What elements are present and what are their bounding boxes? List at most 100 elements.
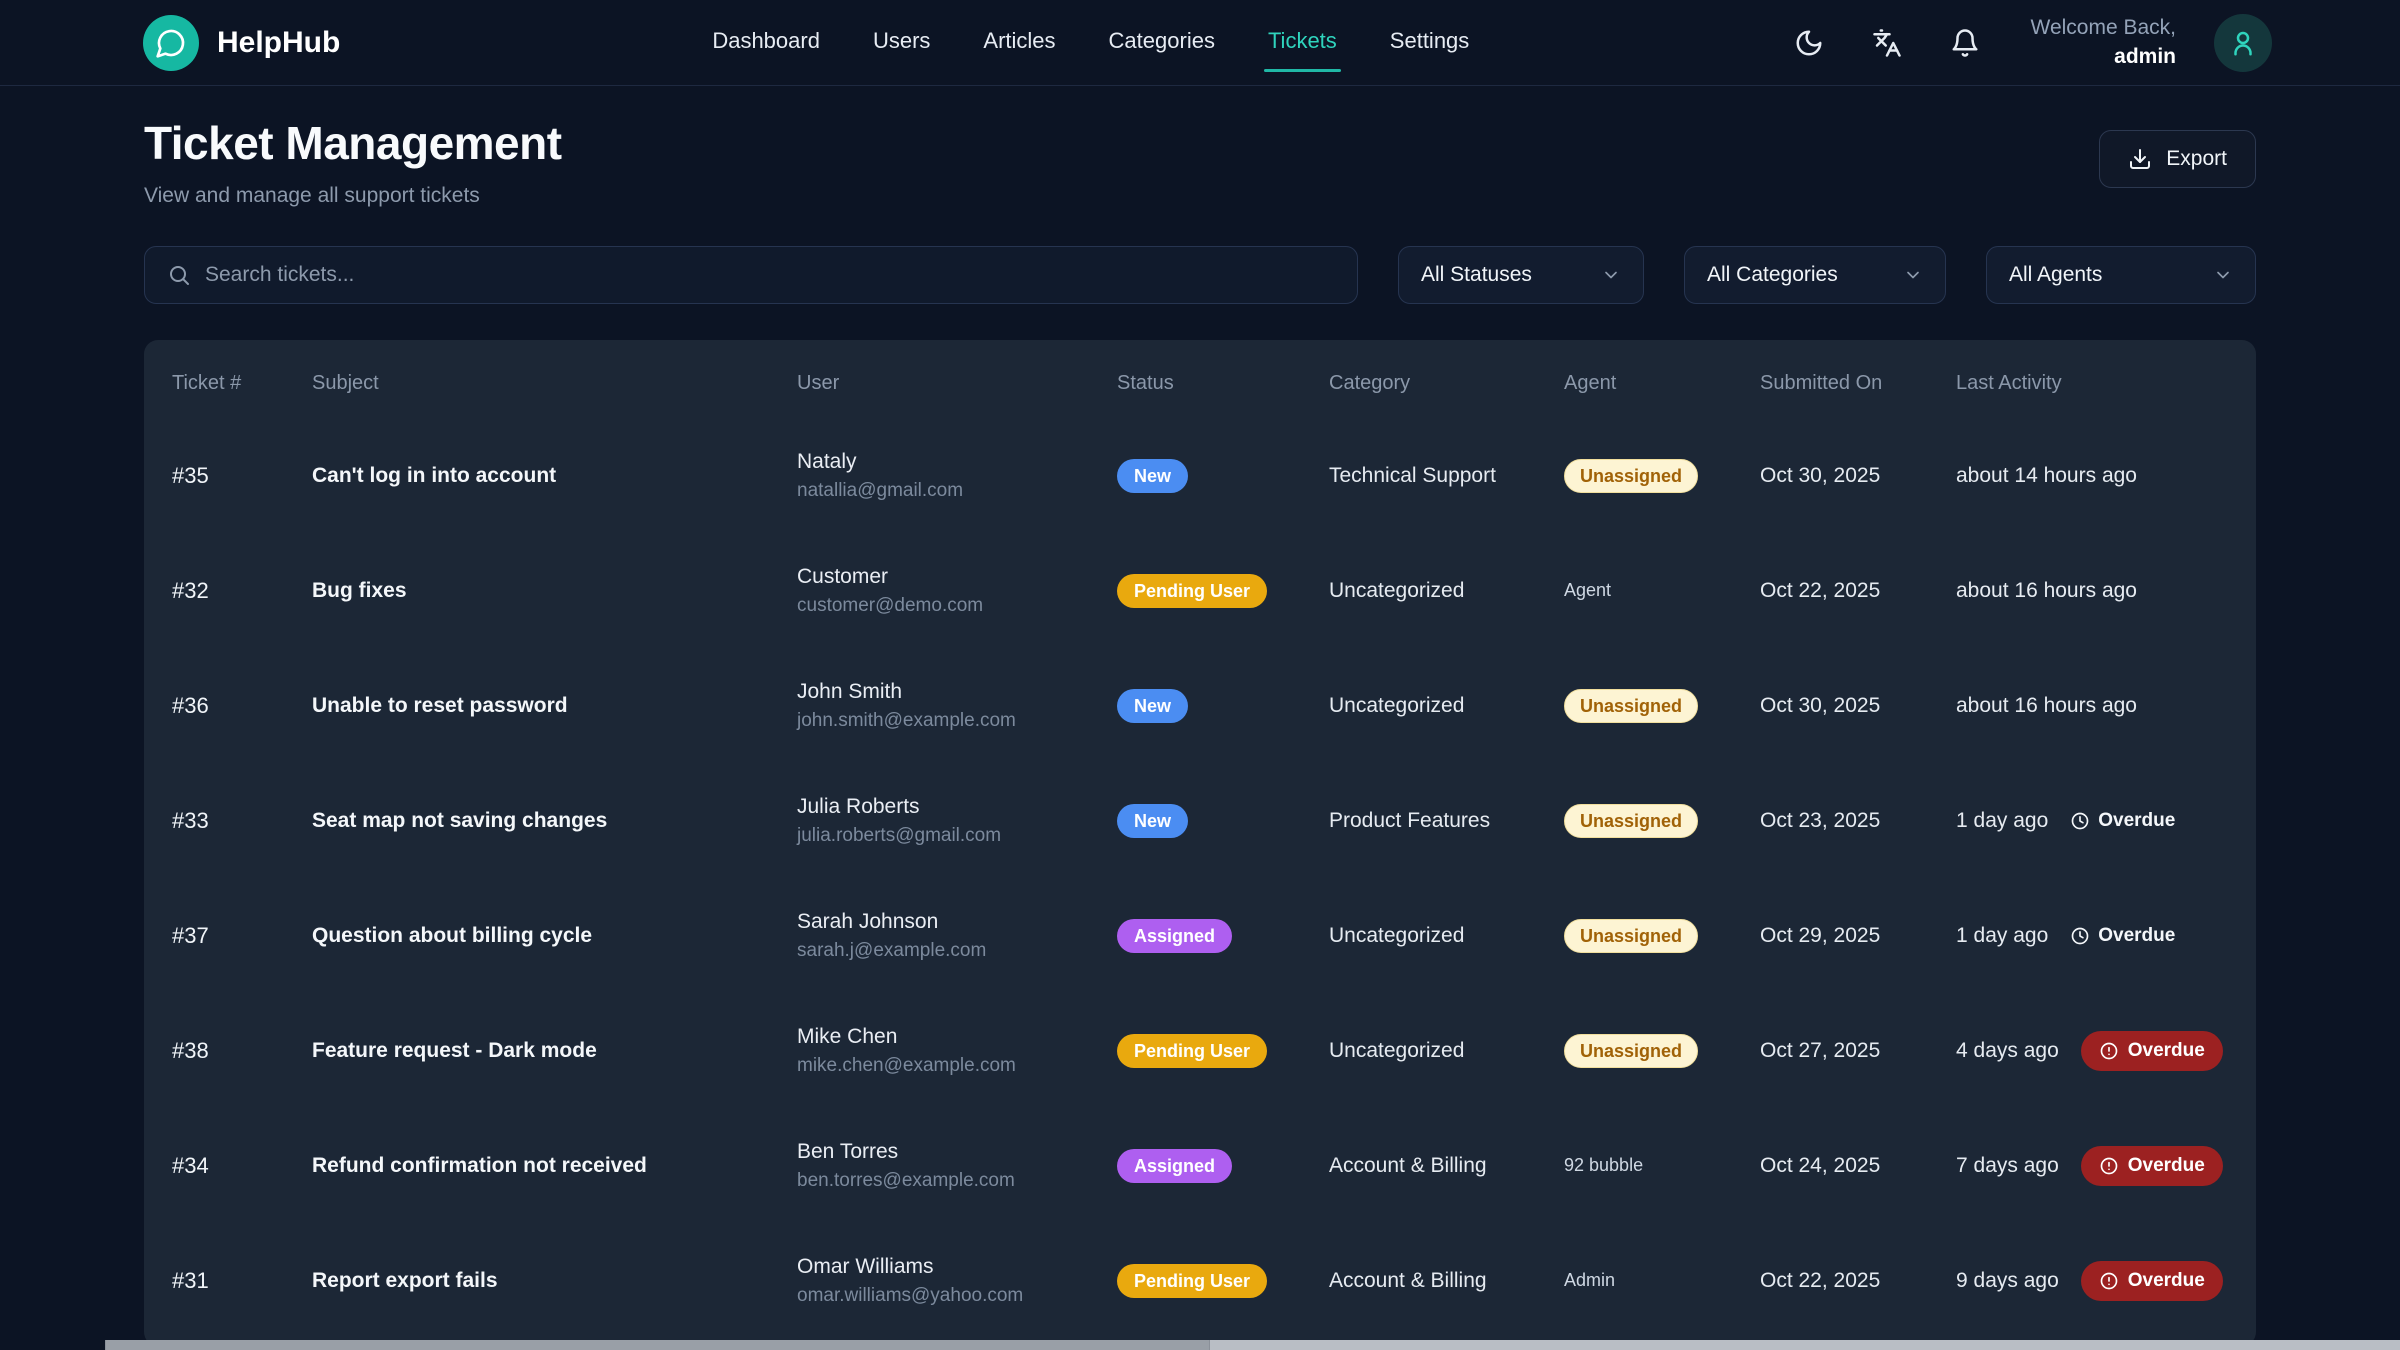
nav-users[interactable]: Users [871,18,932,68]
table-row[interactable]: #38 Feature request - Dark mode Mike Che… [144,993,2256,1108]
col-header-status: Status [1117,372,1329,395]
user-email: natallia@gmail.com [797,480,1117,502]
status-cell: New [1117,804,1329,838]
horizontal-scrollbar[interactable] [105,1340,2400,1350]
helphub-logo [143,15,199,71]
agent-filter-dropdown[interactable]: All Agents [1986,246,2256,304]
agent-name: Agent [1564,580,1611,600]
alert-circle-icon [2099,1271,2119,1291]
overdue-label: Overdue [2128,1155,2205,1177]
export-label: Export [2166,147,2227,171]
agent-name: 92 bubble [1564,1155,1643,1175]
clock-icon [2070,926,2090,946]
agent-cell: Unassigned [1564,689,1760,723]
user-cell: Customer customer@demo.com [797,565,1117,617]
page-subtitle: View and manage all support tickets [144,184,2256,208]
overdue-label: Overdue [2098,810,2175,832]
chevron-down-icon [1903,265,1923,285]
agent-unassigned-badge: Unassigned [1564,689,1698,723]
top-navigation-bar: HelpHub Dashboard Users Articles Categor… [0,0,2400,86]
brand[interactable]: HelpHub [143,15,340,71]
user-email: sarah.j@example.com [797,940,1117,962]
welcome-block: Welcome Back, admin [2031,14,2177,71]
overdue-label: Overdue [2128,1270,2205,1292]
user-cell: Omar Williams omar.williams@yahoo.com [797,1255,1117,1307]
agent-cell: Agent [1564,580,1760,601]
nav-dashboard[interactable]: Dashboard [710,18,822,68]
user-cell: Nataly natallia@gmail.com [797,450,1117,502]
agent-unassigned-badge: Unassigned [1564,459,1698,493]
search-input[interactable] [205,263,1335,287]
last-activity-cell: 1 day ago Overdue [1956,809,2246,833]
language-icon[interactable] [1867,23,1907,63]
agent-unassigned-badge: Unassigned [1564,919,1698,953]
col-header-submitted: Submitted On [1760,372,1956,395]
agent-unassigned-badge: Unassigned [1564,804,1698,838]
table-row[interactable]: #31 Report export fails Omar Williams om… [144,1223,2256,1338]
table-row[interactable]: #33 Seat map not saving changes Julia Ro… [144,763,2256,878]
clock-icon [2070,811,2090,831]
table-row[interactable]: #34 Refund confirmation not received Ben… [144,1108,2256,1223]
status-badge: New [1117,689,1188,723]
nav-categories[interactable]: Categories [1107,18,1217,68]
scrollbar-thumb[interactable] [105,1340,1210,1350]
submitted-date: Oct 22, 2025 [1760,1269,1956,1293]
overdue-badge: Overdue [2081,1146,2223,1186]
ticket-number: #32 [172,578,312,604]
chevron-down-icon [1601,265,1621,285]
status-cell: Assigned [1117,919,1329,953]
user-avatar[interactable] [2214,14,2272,72]
agent-unassigned-badge: Unassigned [1564,1034,1698,1068]
status-cell: New [1117,459,1329,493]
bell-icon[interactable] [1945,23,1985,63]
user-name: Mike Chen [797,1025,1117,1049]
col-header-subject: Subject [312,372,797,395]
agent-cell: Unassigned [1564,919,1760,953]
dark-mode-icon[interactable] [1789,23,1829,63]
agent-cell: 92 bubble [1564,1155,1760,1176]
table-row[interactable]: #36 Unable to reset password John Smith … [144,648,2256,763]
overdue-indicator: Overdue [2070,925,2175,947]
ticket-number: #36 [172,693,312,719]
status-cell: Pending User [1117,1264,1329,1298]
user-cell: Julia Roberts julia.roberts@gmail.com [797,795,1117,847]
category-filter-dropdown[interactable]: All Categories [1684,246,1946,304]
last-activity-cell: 1 day ago Overdue [1956,924,2246,948]
table-row[interactable]: #35 Can't log in into account Nataly nat… [144,418,2256,533]
status-filter-value: All Statuses [1421,263,1532,287]
last-activity-cell: 7 days ago Overdue [1956,1146,2246,1186]
col-header-user: User [797,372,1117,395]
nav-settings[interactable]: Settings [1388,18,1472,68]
search-icon [167,263,191,287]
ticket-number: #31 [172,1268,312,1294]
col-header-category: Category [1329,372,1564,395]
table-row[interactable]: #37 Question about billing cycle Sarah J… [144,878,2256,993]
page-header: Ticket Management View and manage all su… [144,116,2256,208]
col-header-ticket: Ticket # [172,372,312,395]
main-nav: Dashboard Users Articles Categories Tick… [710,18,1471,68]
ticket-category: Uncategorized [1329,1039,1564,1063]
status-badge: New [1117,459,1188,493]
topbar-actions: Welcome Back, admin [1789,14,2273,72]
status-badge: Pending User [1117,1264,1267,1298]
status-cell: Pending User [1117,1034,1329,1068]
search-box[interactable] [144,246,1358,304]
table-row[interactable]: #32 Bug fixes Customer customer@demo.com… [144,533,2256,648]
user-name: Julia Roberts [797,795,1117,819]
submitted-date: Oct 24, 2025 [1760,1154,1956,1178]
ticket-subject: Feature request - Dark mode [312,1039,797,1063]
user-email: john.smith@example.com [797,710,1117,732]
last-activity-time: 1 day ago [1956,924,2048,948]
export-button[interactable]: Export [2099,130,2256,188]
nav-tickets[interactable]: Tickets [1266,18,1339,68]
brand-name: HelpHub [217,26,340,60]
submitted-date: Oct 23, 2025 [1760,809,1956,833]
status-filter-dropdown[interactable]: All Statuses [1398,246,1644,304]
status-badge: Assigned [1117,919,1232,953]
agent-name: Admin [1564,1270,1615,1290]
agent-cell: Unassigned [1564,459,1760,493]
ticket-subject: Refund confirmation not received [312,1154,797,1178]
agent-filter-value: All Agents [2009,263,2102,287]
nav-articles[interactable]: Articles [981,18,1057,68]
last-activity-cell: about 16 hours ago [1956,579,2246,603]
